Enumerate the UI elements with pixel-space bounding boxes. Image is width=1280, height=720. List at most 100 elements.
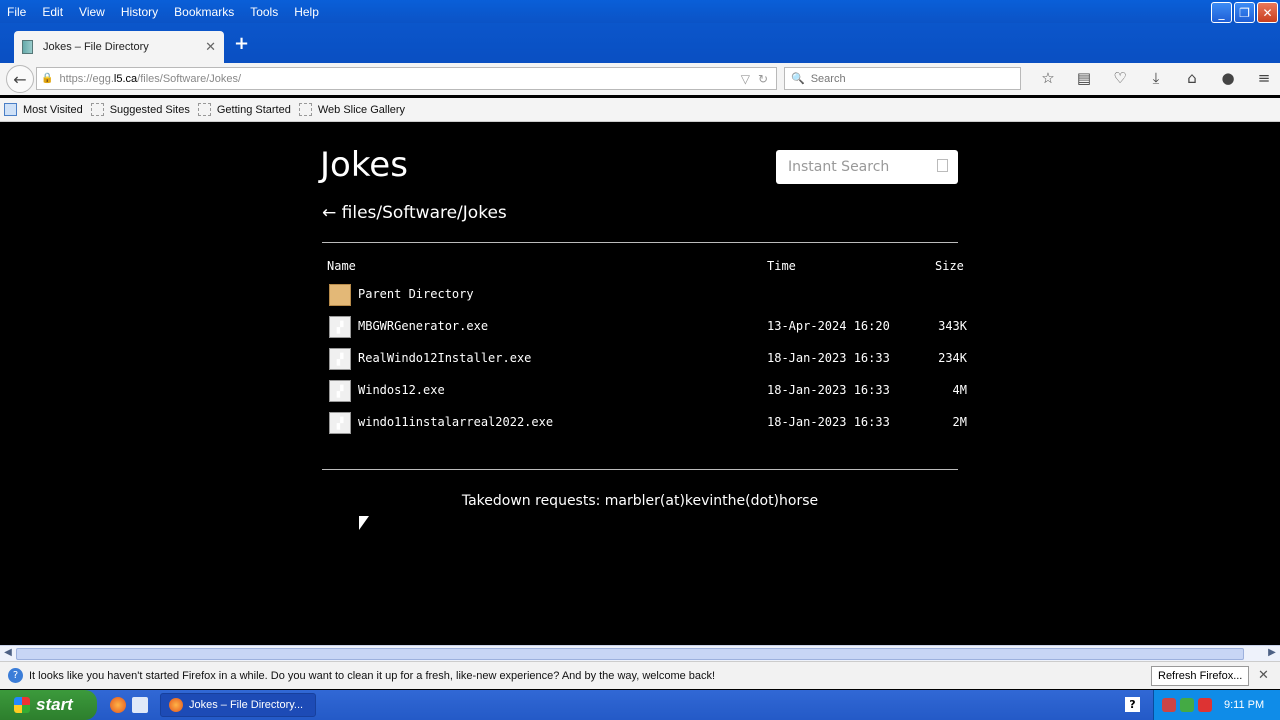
taskbar-item-firefox[interactable]: Jokes – File Directory... bbox=[160, 693, 316, 717]
reload-icon[interactable]: ↻ bbox=[758, 72, 768, 86]
instant-search-placeholder: Instant Search bbox=[788, 159, 890, 175]
file-name[interactable]: Windos12.exe bbox=[358, 383, 445, 397]
reading-list-icon[interactable]: ▤ bbox=[1066, 67, 1102, 90]
file-time: 18-Jan-2023 16:33 bbox=[767, 415, 890, 429]
file-name[interactable]: RealWindo12Installer.exe bbox=[358, 351, 531, 365]
bookmark-page-icon bbox=[298, 103, 312, 116]
hamburger-menu-icon[interactable]: ≡ bbox=[1246, 67, 1280, 90]
notification-close-icon[interactable]: ✕ bbox=[1258, 668, 1269, 683]
breadcrumb[interactable]: ← files/Software/Jokes bbox=[322, 203, 507, 223]
bookmark-getting-started[interactable]: Getting Started bbox=[197, 103, 291, 116]
exe-icon: ▞ bbox=[329, 316, 351, 338]
url-bar[interactable]: 🔒 https://egg.l5.ca/files/Software/Jokes… bbox=[36, 67, 777, 90]
page-title: Jokes bbox=[320, 145, 408, 185]
help-icon[interactable]: ? bbox=[1125, 697, 1140, 712]
divider bbox=[322, 469, 958, 470]
search-icon: 🔍 bbox=[791, 72, 805, 85]
clipboard-icon bbox=[937, 159, 948, 172]
file-size: 343K bbox=[938, 319, 967, 333]
show-desktop-icon[interactable] bbox=[132, 697, 148, 713]
menu-bar: File Edit View History Bookmarks Tools H… bbox=[0, 0, 335, 23]
dropdown-arrow-icon[interactable]: ▽ bbox=[741, 72, 750, 86]
table-row[interactable]: Parent Directory bbox=[327, 282, 967, 308]
menu-file[interactable]: File bbox=[7, 5, 26, 19]
file-time: 18-Jan-2023 16:33 bbox=[767, 351, 890, 365]
divider bbox=[322, 242, 958, 243]
tray-security-icon[interactable] bbox=[1180, 698, 1194, 712]
clock: 9:11 PM bbox=[1224, 699, 1265, 711]
title-bar: File Edit View History Bookmarks Tools H… bbox=[0, 0, 1280, 23]
tab-jokes[interactable]: Jokes – File Directory ✕ bbox=[14, 31, 224, 63]
bookmark-star-icon[interactable]: ☆ bbox=[1030, 67, 1066, 90]
file-size: 234K bbox=[938, 351, 967, 365]
takedown-footer: Takedown requests: marbler(at)kevinthe(d… bbox=[461, 493, 819, 509]
file-time: 13-Apr-2024 16:20 bbox=[767, 319, 890, 333]
horizontal-scrollbar[interactable]: ◀ ▶ bbox=[0, 645, 1280, 661]
start-button[interactable]: start bbox=[0, 690, 97, 720]
tab-title: Jokes – File Directory bbox=[43, 41, 149, 53]
exe-icon: ▞ bbox=[329, 348, 351, 370]
close-window-button[interactable]: ✕ bbox=[1257, 2, 1278, 23]
firefox-icon bbox=[169, 698, 183, 712]
browser-window: File Edit View History Bookmarks Tools H… bbox=[0, 0, 1280, 720]
firefox-quicklaunch-icon[interactable] bbox=[110, 697, 126, 713]
menu-edit[interactable]: Edit bbox=[42, 5, 63, 19]
tray-network-icon[interactable] bbox=[1162, 698, 1176, 712]
search-placeholder: Search bbox=[810, 72, 846, 85]
header-size[interactable]: Size bbox=[935, 259, 964, 273]
table-row[interactable]: ▞ MBGWRGenerator.exe 13-Apr-2024 16:20 3… bbox=[327, 314, 967, 340]
scroll-left-icon[interactable]: ◀ bbox=[0, 647, 16, 661]
windows-flag-icon bbox=[14, 697, 30, 713]
bookmark-most-visited[interactable]: Most Visited bbox=[4, 103, 83, 116]
file-name[interactable]: windo11instalarreal2022.exe bbox=[358, 415, 553, 429]
taskbar: start Jokes – File Directory... ? 9:11 P… bbox=[0, 690, 1280, 720]
instant-search-input[interactable]: Instant Search bbox=[776, 150, 958, 184]
minimize-button[interactable]: _ bbox=[1211, 2, 1232, 23]
scrollbar-thumb[interactable] bbox=[16, 648, 1244, 660]
menu-history[interactable]: History bbox=[121, 5, 158, 19]
chat-icon[interactable]: ● bbox=[1210, 67, 1246, 90]
back-button[interactable]: ← bbox=[6, 65, 34, 93]
toolbar-icons: ☆ ▤ ♡ ⤓ ⌂ ● ≡ bbox=[1030, 67, 1280, 90]
page-content: Jokes Instant Search ← files/Software/Jo… bbox=[0, 123, 1280, 645]
file-size: 4M bbox=[952, 383, 967, 397]
home-icon[interactable]: ⌂ bbox=[1174, 67, 1210, 90]
file-name[interactable]: Parent Directory bbox=[358, 287, 474, 301]
menu-tools[interactable]: Tools bbox=[250, 5, 278, 19]
header-name[interactable]: Name bbox=[327, 259, 356, 273]
bookmark-web-slice-gallery[interactable]: Web Slice Gallery bbox=[298, 103, 405, 116]
notification-text: It looks like you haven't started Firefo… bbox=[29, 669, 716, 682]
tab-close-icon[interactable]: ✕ bbox=[205, 40, 216, 55]
start-label: start bbox=[36, 695, 73, 714]
menu-bookmarks[interactable]: Bookmarks bbox=[174, 5, 234, 19]
exe-icon: ▞ bbox=[329, 380, 351, 402]
lock-icon: 🔒 bbox=[41, 73, 54, 84]
most-visited-icon bbox=[4, 103, 17, 116]
table-row[interactable]: ▞ RealWindo12Installer.exe 18-Jan-2023 1… bbox=[327, 346, 967, 372]
pocket-icon[interactable]: ♡ bbox=[1102, 67, 1138, 90]
scroll-right-icon[interactable]: ▶ bbox=[1264, 647, 1280, 661]
file-size: 2M bbox=[952, 415, 967, 429]
url-text: https://egg.l5.ca/files/Software/Jokes/ bbox=[59, 72, 242, 85]
header-time[interactable]: Time bbox=[767, 259, 796, 273]
menu-help[interactable]: Help bbox=[294, 5, 319, 19]
tray-shield-icon[interactable] bbox=[1198, 698, 1212, 712]
search-input[interactable]: 🔍 Search bbox=[784, 67, 1021, 90]
new-tab-button[interactable]: + bbox=[234, 33, 249, 54]
restore-button[interactable]: ❐ bbox=[1234, 2, 1255, 23]
mouse-cursor-icon bbox=[359, 516, 369, 530]
navigation-bar: ← 🔒 https://egg.l5.ca/files/Software/Jok… bbox=[0, 63, 1280, 95]
table-row[interactable]: ▞ Windos12.exe 18-Jan-2023 16:33 4M bbox=[327, 378, 967, 404]
notification-bar: ? It looks like you haven't started Fire… bbox=[0, 661, 1280, 689]
taskbar-item-label: Jokes – File Directory... bbox=[189, 699, 304, 711]
refresh-firefox-button[interactable]: Refresh Firefox... bbox=[1151, 666, 1250, 686]
bookmarks-bar: Most Visited Suggested Sites Getting Sta… bbox=[0, 98, 1280, 122]
page-favicon-icon bbox=[22, 40, 33, 54]
file-name[interactable]: MBGWRGenerator.exe bbox=[358, 319, 488, 333]
download-icon[interactable]: ⤓ bbox=[1138, 67, 1174, 90]
bookmark-suggested-sites[interactable]: Suggested Sites bbox=[90, 103, 190, 116]
menu-view[interactable]: View bbox=[79, 5, 105, 19]
table-row[interactable]: ▞ windo11instalarreal2022.exe 18-Jan-202… bbox=[327, 410, 967, 436]
tab-strip: Jokes – File Directory ✕ + bbox=[0, 23, 1280, 63]
file-time: 18-Jan-2023 16:33 bbox=[767, 383, 890, 397]
